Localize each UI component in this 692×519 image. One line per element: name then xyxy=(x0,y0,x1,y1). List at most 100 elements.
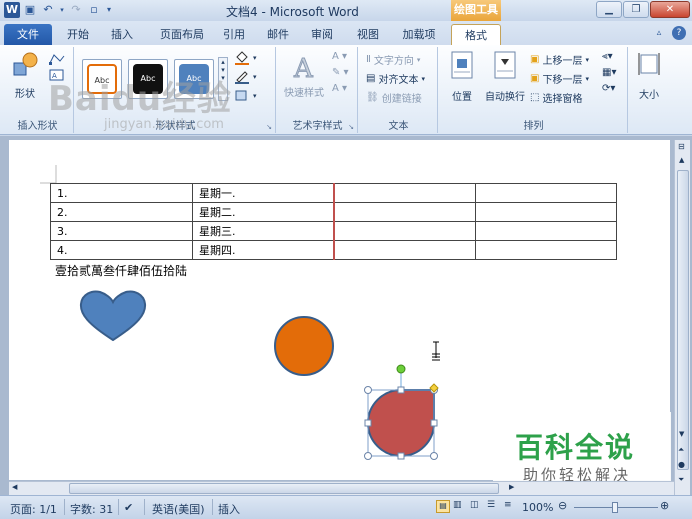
shape-outline-button[interactable]: ▾ xyxy=(234,70,257,84)
edit-shape-icon[interactable] xyxy=(48,53,66,65)
table-cell[interactable] xyxy=(332,183,476,203)
previous-page-icon[interactable]: ⏶ xyxy=(678,445,684,455)
outline-view-icon[interactable]: ☰ xyxy=(487,500,501,513)
redo-icon[interactable]: ↷ xyxy=(68,2,84,18)
horizontal-scrollbar[interactable]: ◀ ▶ xyxy=(9,481,674,495)
rotate-icon[interactable]: ⟳▾ xyxy=(602,83,616,94)
zoom-in-icon[interactable]: ⊕ xyxy=(660,499,669,512)
wrap-text-button[interactable]: 自动换行 xyxy=(482,51,528,103)
restore-button[interactable]: ❐ xyxy=(623,1,649,18)
help-icon[interactable]: ? xyxy=(672,26,686,40)
page-count[interactable]: 页面: 1/1 xyxy=(10,501,57,517)
zoom-slider-thumb[interactable] xyxy=(612,502,618,513)
size-button[interactable]: 大小 xyxy=(632,51,666,101)
tab-file[interactable]: 文件 xyxy=(4,24,52,45)
tab-page-layout[interactable]: 页面布局 xyxy=(152,24,212,45)
tab-insert[interactable]: 插入 xyxy=(104,24,140,45)
tab-mailings[interactable]: 邮件 xyxy=(262,24,294,45)
tab-references[interactable]: 引用 xyxy=(218,24,250,45)
shape-fill-button[interactable]: ▾ xyxy=(234,51,257,65)
table-cell[interactable] xyxy=(332,202,476,222)
scroll-right-icon[interactable]: ▶ xyxy=(509,483,514,491)
table-cell[interactable]: 星期四. xyxy=(192,240,334,260)
tab-format[interactable]: 格式 xyxy=(451,24,501,45)
text-direction-button[interactable]: Ⅱ 文字方向 ▾ xyxy=(366,52,420,67)
minimize-button[interactable]: ▁ xyxy=(596,1,622,18)
resize-handle[interactable] xyxy=(430,452,438,460)
tab-addins[interactable]: 加载项 xyxy=(395,24,443,45)
tab-home[interactable]: 开始 xyxy=(60,24,96,45)
save-icon[interactable]: ▣ xyxy=(22,2,38,18)
print-layout-view-icon[interactable]: ▤ xyxy=(436,500,450,513)
table-cell[interactable]: 1. xyxy=(50,183,193,203)
shape-styles-launcher-icon[interactable]: ↘ xyxy=(266,123,272,131)
language-indicator[interactable]: 英语(美国) xyxy=(152,501,205,517)
minimize-ribbon-icon[interactable]: ▵ xyxy=(652,26,666,40)
selection-pane-button[interactable]: ⬚ 选择窗格 xyxy=(530,90,582,105)
text-outline-icon[interactable]: ✎ ▾ xyxy=(332,67,349,78)
close-button[interactable]: ✕ xyxy=(650,1,690,18)
send-backward-button[interactable]: ▣ 下移一层 ▾ xyxy=(530,71,589,86)
text-fill-icon[interactable]: A ▾ xyxy=(332,51,349,62)
browse-object-icon[interactable]: ● xyxy=(678,460,685,469)
word-app-icon[interactable]: W xyxy=(4,2,20,18)
group-icon[interactable]: ▦▾ xyxy=(602,67,616,78)
shape-effects-button[interactable]: ▾ xyxy=(234,89,257,103)
table-cell[interactable] xyxy=(332,221,476,241)
align-icon[interactable]: ⫷▾ xyxy=(602,51,616,62)
weekday-table[interactable]: 1. 星期一. 2. 星期二. 3. 星期三. 4. 星期四. xyxy=(50,183,617,260)
resize-handle[interactable] xyxy=(364,452,372,460)
resize-handle[interactable] xyxy=(364,419,372,427)
position-button[interactable]: 位置 xyxy=(444,51,480,103)
teardrop-shape[interactable] xyxy=(360,362,442,462)
undo-dropdown-icon[interactable]: ▾ xyxy=(58,2,66,18)
undo-icon[interactable]: ↶ xyxy=(40,2,56,18)
heart-shape[interactable] xyxy=(78,290,148,344)
customize-qat-icon[interactable]: ▾ xyxy=(104,2,114,18)
tab-view[interactable]: 视图 xyxy=(352,24,384,45)
zoom-level[interactable]: 100% xyxy=(522,501,553,514)
document-paragraph[interactable]: 壹拾贰萬叁仟肆佰伍拾陆 xyxy=(55,262,187,279)
bring-forward-button[interactable]: ▣ 上移一层 ▾ xyxy=(530,52,589,67)
scroll-left-icon[interactable]: ◀ xyxy=(12,483,17,491)
resize-handle[interactable] xyxy=(430,419,438,427)
table-cell[interactable] xyxy=(475,202,617,222)
table-cell[interactable]: 3. xyxy=(50,221,193,241)
table-cell[interactable]: 星期二. xyxy=(192,202,334,222)
wordart-launcher-icon[interactable]: ↘ xyxy=(348,123,354,131)
table-cell[interactable] xyxy=(475,221,617,241)
shapes-button[interactable]: 形状 xyxy=(8,51,42,100)
create-link-button[interactable]: ⛓ 创建链接 xyxy=(366,90,422,105)
table-cell[interactable] xyxy=(475,240,617,260)
full-screen-reading-icon[interactable]: ▥ xyxy=(453,500,467,513)
scroll-up-icon[interactable]: ▲ xyxy=(679,156,684,164)
table-cell[interactable]: 2. xyxy=(50,202,193,222)
resize-handle[interactable] xyxy=(397,452,405,460)
circle-shape[interactable] xyxy=(272,314,336,378)
align-text-button[interactable]: ▤ 对齐文本 ▾ xyxy=(366,71,425,86)
rotation-handle[interactable] xyxy=(396,364,406,374)
text-effects-icon[interactable]: A ▾ xyxy=(332,83,349,94)
draft-view-icon[interactable]: ≡ xyxy=(504,500,518,513)
word-count[interactable]: 字数: 31 xyxy=(70,501,113,517)
next-page-icon[interactable]: ⏷ xyxy=(678,475,684,485)
insert-mode-indicator[interactable]: 插入 xyxy=(218,501,240,517)
table-cell[interactable]: 星期三. xyxy=(192,221,334,241)
web-layout-view-icon[interactable]: ◫ xyxy=(470,500,484,513)
vertical-scroll-thumb[interactable] xyxy=(677,170,689,470)
table-cell[interactable] xyxy=(475,183,617,203)
scroll-down-icon[interactable]: ▼ xyxy=(679,430,684,438)
ruler-toggle-icon[interactable]: ⊟ xyxy=(678,142,685,151)
table-cell[interactable] xyxy=(332,240,476,260)
tab-review[interactable]: 审阅 xyxy=(306,24,338,45)
table-cell[interactable]: 4. xyxy=(50,240,193,260)
table-cell[interactable]: 星期一. xyxy=(192,183,334,203)
proofing-icon[interactable]: ✔ xyxy=(124,501,133,514)
quick-styles-button[interactable]: A 快速样式 xyxy=(280,53,328,100)
vertical-scrollbar[interactable]: ⊟ ▲ ▼ ⏶ ● ⏷ xyxy=(674,140,690,495)
resize-handle[interactable] xyxy=(397,386,405,394)
resize-handle[interactable] xyxy=(364,386,372,394)
new-document-icon[interactable]: ▫ xyxy=(86,2,102,18)
horizontal-scroll-thumb[interactable] xyxy=(69,483,499,494)
zoom-out-icon[interactable]: ⊖ xyxy=(558,499,567,512)
